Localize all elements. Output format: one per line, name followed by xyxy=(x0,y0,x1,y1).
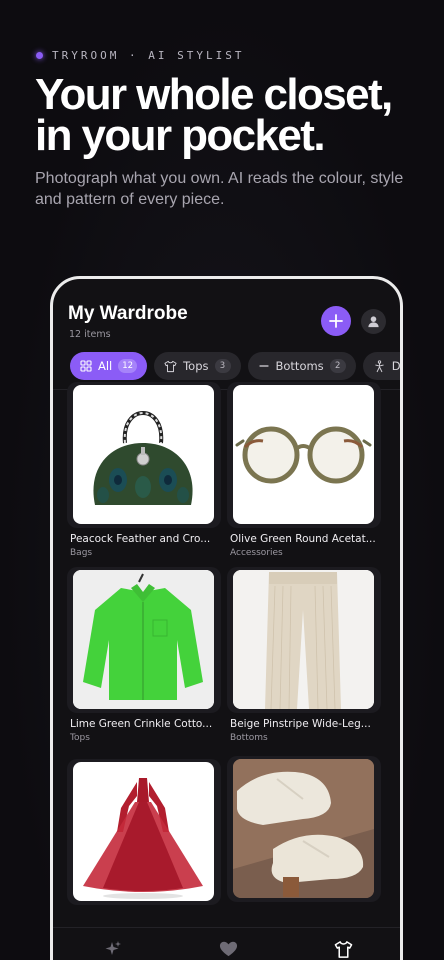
headline: Your whole closet, in your pocket. xyxy=(35,70,435,160)
sparkles-icon xyxy=(105,941,121,955)
item-image-frame xyxy=(227,756,381,902)
phone-mockup: My Wardrobe 12 items All 12 Tops 3 Botto… xyxy=(50,276,403,960)
filter-chip-label: Bottoms xyxy=(275,359,324,373)
user-icon xyxy=(368,316,379,328)
tab-favorites[interactable] xyxy=(216,937,240,960)
item-name: Peacock Feather and Cro... xyxy=(70,533,211,545)
minus-icon xyxy=(258,365,269,367)
filter-chip-label: All xyxy=(98,359,113,373)
filter-chip-all[interactable]: All 12 xyxy=(70,352,148,380)
shirt-icon xyxy=(334,940,352,958)
item-image-frame xyxy=(227,382,381,528)
tab-stylist[interactable] xyxy=(101,937,125,960)
plus-icon xyxy=(329,314,343,328)
headline-line-2: in your pocket. xyxy=(35,111,326,160)
item-photo-shirt xyxy=(73,570,214,709)
item-image-frame xyxy=(67,567,221,713)
page: TRYROOM · AI STYLIST Your whole closet, … xyxy=(0,0,444,960)
item-category: Bottoms xyxy=(230,733,268,743)
profile-button[interactable] xyxy=(361,309,386,334)
shirt-icon xyxy=(164,360,177,372)
grid-icon xyxy=(80,360,92,372)
filter-chip-count: 2 xyxy=(329,359,346,373)
item-image-frame xyxy=(67,382,221,528)
category-filter-bar: All 12 Tops 3 Bottoms 2 D xyxy=(70,352,401,380)
item-photo-glasses xyxy=(233,385,374,524)
dress-icon xyxy=(375,359,384,372)
item-photo-bag xyxy=(73,385,214,524)
eyebrow: TRYROOM · AI STYLIST xyxy=(36,49,244,62)
item-name: Beige Pinstripe Wide-Leg... xyxy=(230,718,371,730)
filter-chip-tops[interactable]: Tops 3 xyxy=(154,352,241,380)
item-name: Lime Green Crinkle Cotto... xyxy=(70,718,213,730)
headline-line-1: Your whole closet, xyxy=(35,70,393,119)
item-count: 12 items xyxy=(69,329,111,340)
heart-icon xyxy=(219,941,237,956)
filter-chip-label: Tops xyxy=(183,359,209,373)
filter-chip-count: 12 xyxy=(118,359,138,373)
bottom-tab-bar xyxy=(53,927,400,960)
add-item-button[interactable] xyxy=(321,306,351,336)
subhead: Photograph what you own. AI reads the co… xyxy=(35,170,404,208)
item-photo-dress xyxy=(73,762,214,901)
filter-chip-bottoms[interactable]: Bottoms 2 xyxy=(247,352,356,380)
item-category: Tops xyxy=(70,733,90,743)
item-category: Bags xyxy=(70,548,93,558)
item-name: Olive Green Round Acetat... xyxy=(230,533,376,545)
filter-chip-count: 3 xyxy=(214,359,231,373)
item-category: Accessories xyxy=(230,548,283,558)
filter-chip-label: Dr xyxy=(391,359,401,373)
status-dot xyxy=(36,52,43,59)
tab-wardrobe[interactable] xyxy=(331,937,355,960)
item-image-frame xyxy=(67,759,221,905)
item-photo-shoes xyxy=(233,759,374,898)
item-photo-trousers xyxy=(233,570,374,709)
eyebrow-text: TRYROOM · AI STYLIST xyxy=(52,49,245,62)
page-title: My Wardrobe xyxy=(68,303,188,324)
filter-chip-dresses[interactable]: Dr xyxy=(362,352,401,380)
item-image-frame xyxy=(227,567,381,713)
